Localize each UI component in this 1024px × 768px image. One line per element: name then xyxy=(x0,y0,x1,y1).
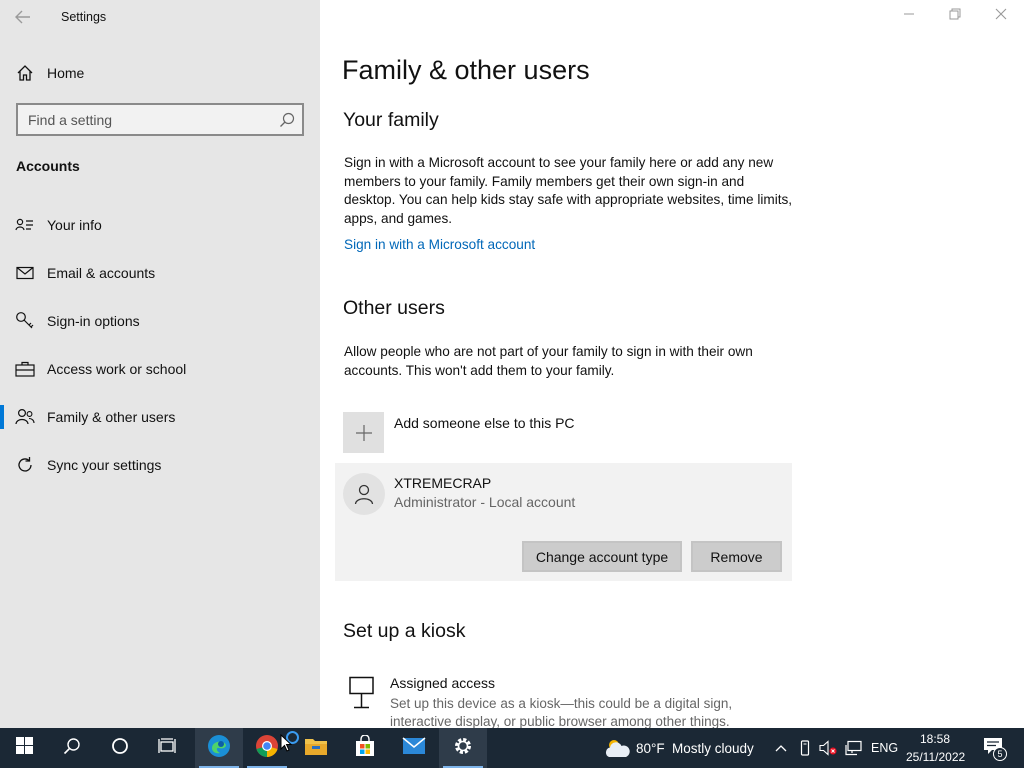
heading-your-family: Your family xyxy=(343,109,439,131)
change-account-type-button[interactable]: Change account type xyxy=(522,541,682,572)
mail-taskbar-button[interactable] xyxy=(390,728,438,768)
kiosk-icon xyxy=(348,676,376,710)
page-title: Family & other users xyxy=(342,55,590,85)
heading-set-up-kiosk: Set up a kiosk xyxy=(343,620,466,642)
user-account-card[interactable]: XTREMECRAP Administrator - Local account… xyxy=(335,463,792,581)
mail-app-icon xyxy=(402,736,426,760)
settings-sidebar: Settings Home Accounts Your info Email &… xyxy=(0,0,320,728)
app-title: Settings xyxy=(61,10,107,24)
other-users-description: Allow people who are not part of your fa… xyxy=(344,344,753,378)
search-input[interactable] xyxy=(18,105,268,134)
sidebar-item-family-other-users[interactable]: Family & other users xyxy=(0,397,320,437)
sidebar-item-label: Home xyxy=(47,65,85,81)
heading-other-users: Other users xyxy=(343,297,445,319)
sidebar-item-home[interactable]: Home xyxy=(0,53,320,93)
clock-date[interactable]: 25/11/2022 xyxy=(906,750,965,764)
search-taskbar-button[interactable] xyxy=(48,728,96,768)
assigned-access-link[interactable]: Assigned access xyxy=(390,675,495,691)
store-bag-icon xyxy=(354,733,376,762)
sidebar-item-access-work-school[interactable]: Access work or school xyxy=(0,349,320,389)
people-icon xyxy=(15,407,35,427)
edge-taskbar-button[interactable] xyxy=(195,728,243,768)
sidebar-item-sign-in-options[interactable]: Sign-in options xyxy=(0,301,320,341)
key-icon xyxy=(15,311,35,331)
user-name: XTREMECRAP xyxy=(394,475,492,491)
sidebar-item-label: Sync your settings xyxy=(47,457,162,473)
clock-time[interactable]: 18:58 xyxy=(920,732,950,746)
contact-card-icon xyxy=(15,215,35,235)
store-taskbar-button[interactable] xyxy=(341,728,389,768)
cortana-button[interactable] xyxy=(96,728,144,768)
gear-icon xyxy=(452,735,474,762)
sync-icon xyxy=(15,455,35,475)
usb-device-icon[interactable] xyxy=(796,728,814,768)
sidebar-item-label: Email & accounts xyxy=(47,265,156,281)
mail-icon xyxy=(15,263,35,283)
plus-icon[interactable] xyxy=(343,412,384,453)
restore-button[interactable] xyxy=(932,0,978,32)
edge-browser-icon xyxy=(206,733,232,764)
weather-cloud-icon[interactable] xyxy=(601,728,633,768)
user-avatar-icon xyxy=(343,473,385,515)
remove-button[interactable]: Remove xyxy=(691,541,782,572)
your-family-description: Sign in with a Microsoft account to see … xyxy=(344,155,793,226)
chevron-up-icon[interactable] xyxy=(772,728,790,768)
task-view-button[interactable] xyxy=(144,728,192,768)
notification-count-badge: 5 xyxy=(993,747,1007,761)
user-role: Administrator - Local account xyxy=(394,494,576,510)
chrome-browser-icon xyxy=(255,734,279,763)
close-button[interactable] xyxy=(978,0,1024,32)
task-view-icon xyxy=(158,737,178,760)
add-someone-else-label[interactable]: Add someone else to this PC xyxy=(394,415,575,431)
home-icon xyxy=(15,63,35,83)
search-icon xyxy=(63,737,81,760)
sidebar-item-label: Sign-in options xyxy=(47,313,140,329)
add-someone-else-row[interactable]: Add someone else to this PC xyxy=(343,412,793,454)
search-setting-field[interactable] xyxy=(16,103,304,136)
language-indicator[interactable]: ENG xyxy=(871,741,898,755)
restore-icon xyxy=(949,7,961,25)
mouse-cursor-icon xyxy=(280,733,293,757)
file-explorer-taskbar-button[interactable] xyxy=(292,728,340,768)
minimize-icon xyxy=(903,7,915,25)
folder-icon xyxy=(304,736,328,761)
sidebar-item-label: Access work or school xyxy=(47,361,187,377)
minimize-button[interactable] xyxy=(886,0,932,32)
windows-logo-icon xyxy=(15,737,33,759)
sidebar-item-label: Your info xyxy=(47,217,102,233)
cortana-circle-icon xyxy=(111,737,129,760)
sidebar-item-label: Family & other users xyxy=(47,409,176,425)
sign-in-microsoft-link[interactable]: Sign in with a Microsoft account xyxy=(344,237,535,252)
settings-taskbar-button[interactable] xyxy=(439,728,487,768)
back-arrow-icon[interactable] xyxy=(10,4,36,30)
section-label-accounts: Accounts xyxy=(16,158,80,174)
volume-muted-icon[interactable] xyxy=(818,728,838,768)
briefcase-icon xyxy=(15,359,35,379)
assigned-access-description: Set up this device as a kiosk—this could… xyxy=(390,696,733,729)
sidebar-item-your-info[interactable]: Your info xyxy=(0,205,320,245)
weather-temperature[interactable]: 80°F xyxy=(636,741,665,756)
sidebar-item-sync-settings[interactable]: Sync your settings xyxy=(0,445,320,485)
taskbar: 80°F Mostly cloudy ENG 18:58 25/11/2022 … xyxy=(0,728,1024,768)
close-icon xyxy=(995,7,1007,25)
network-icon[interactable] xyxy=(843,728,865,768)
sidebar-item-email-accounts[interactable]: Email & accounts xyxy=(0,253,320,293)
start-button[interactable] xyxy=(0,728,48,768)
weather-description[interactable]: Mostly cloudy xyxy=(672,741,754,756)
search-icon[interactable] xyxy=(278,111,296,129)
